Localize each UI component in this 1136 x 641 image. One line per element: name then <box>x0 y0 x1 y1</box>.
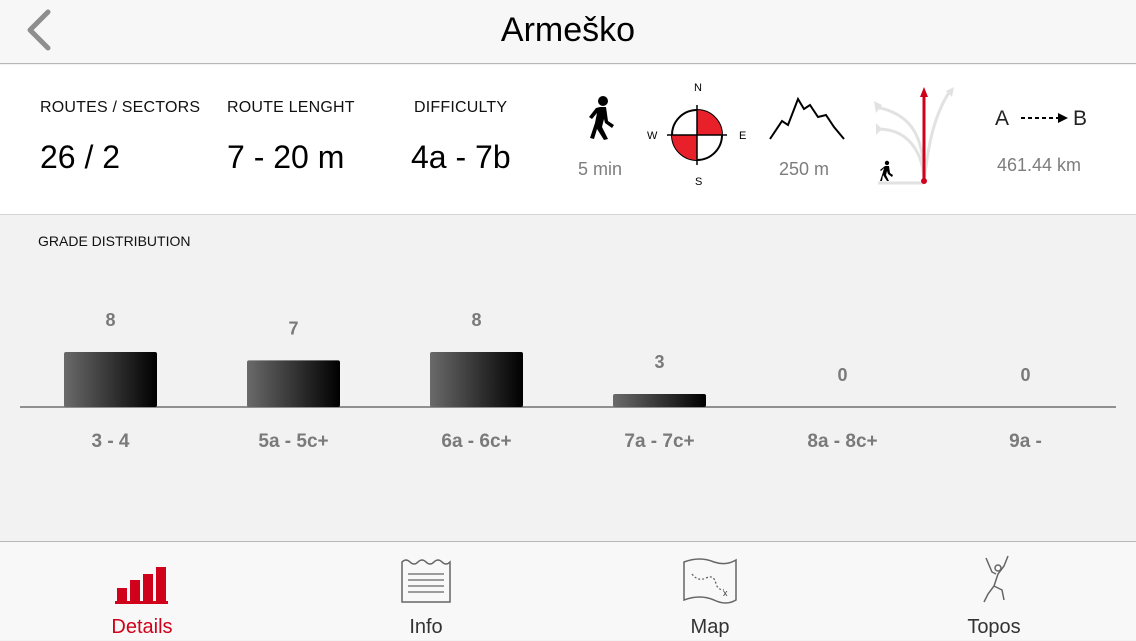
grade-range-label: 6a - 6c+ <box>441 431 511 452</box>
grade-range-label: 5a - 5c+ <box>258 431 328 452</box>
compass-south: S <box>695 176 703 188</box>
routes-sectors-value: 26 / 2 <box>40 139 121 175</box>
difficulty-label: DIFFICULTY <box>414 99 508 116</box>
approach-time: 5 min <box>578 159 623 179</box>
wall-inclination-icon <box>874 87 954 185</box>
tab-info[interactable]: Info <box>284 542 568 641</box>
dashed-arrow-icon <box>1021 113 1068 123</box>
tab-details[interactable]: Details <box>0 542 284 641</box>
grade-count-label: 3 <box>654 352 664 372</box>
document-icon <box>401 559 451 603</box>
grade-count-label: 8 <box>471 310 481 330</box>
grade-bar <box>247 360 340 407</box>
hiker-icon <box>589 96 614 140</box>
bar-chart-icon <box>115 567 168 604</box>
routes-sectors-label: ROUTES / SECTORS <box>40 99 201 116</box>
compass-north: N <box>694 82 702 94</box>
grade-range-label: 7a - 7c+ <box>624 431 694 452</box>
tab-map-label: Map <box>690 616 730 638</box>
grade-count-label: 8 <box>105 310 115 330</box>
grade-range-label: 9a - <box>1009 431 1042 452</box>
grade-bar <box>64 352 157 407</box>
map-icon: x <box>683 558 737 604</box>
tab-topos[interactable]: Topos <box>852 542 1136 641</box>
grade-bar <box>613 394 706 407</box>
tab-details-label: Details <box>111 616 173 638</box>
distance-end: B <box>1073 107 1088 130</box>
grade-range-label: 8a - 8c+ <box>807 431 877 452</box>
page-title: Armeško <box>500 11 636 49</box>
distance-start: A <box>995 107 1010 130</box>
grade-count-label: 0 <box>837 365 847 385</box>
grade-distribution-title: GRADE DISTRIBUTION <box>38 233 191 249</box>
tab-topos-label: Topos <box>967 616 1021 638</box>
route-length-label: ROUTE LENGHT <box>227 99 355 116</box>
distance-value: 461.44 km <box>997 155 1082 175</box>
grade-range-label: 3 - 4 <box>91 431 129 452</box>
climber-icon <box>983 555 1009 603</box>
tab-map[interactable]: x Map <box>568 542 852 641</box>
grade-distribution-panel: GRADE DISTRIBUTION 8 3 - 4 7 5a - 5c+ 8 6a - … <box>0 216 1136 541</box>
route-length-value: 7 - 20 m <box>227 139 345 175</box>
difficulty-value: 4a - 7b <box>411 139 511 175</box>
grade-count-label: 7 <box>288 318 298 338</box>
navigation-bar: Armeško <box>0 0 1136 64</box>
grade-distribution-chart: 8 3 - 4 7 5a - 5c+ 8 6a - 6c+ 3 7a - 7c+ 0 8a - 8… <box>20 310 1116 452</box>
svg-text:x: x <box>723 588 728 598</box>
grade-count-label: 0 <box>1020 365 1030 385</box>
grade-bar <box>430 352 523 407</box>
compass-east: E <box>739 130 747 142</box>
mountain-icon <box>769 96 845 140</box>
stats-panel: ROUTES / SECTORS 26 / 2 ROUTE LENGHT 7 -… <box>0 65 1136 215</box>
altitude-value: 250 m <box>779 159 830 179</box>
tab-info-label: Info <box>409 616 443 638</box>
compass-west: W <box>647 130 658 142</box>
tab-bar: Details Info x Map Topos <box>0 541 1136 640</box>
